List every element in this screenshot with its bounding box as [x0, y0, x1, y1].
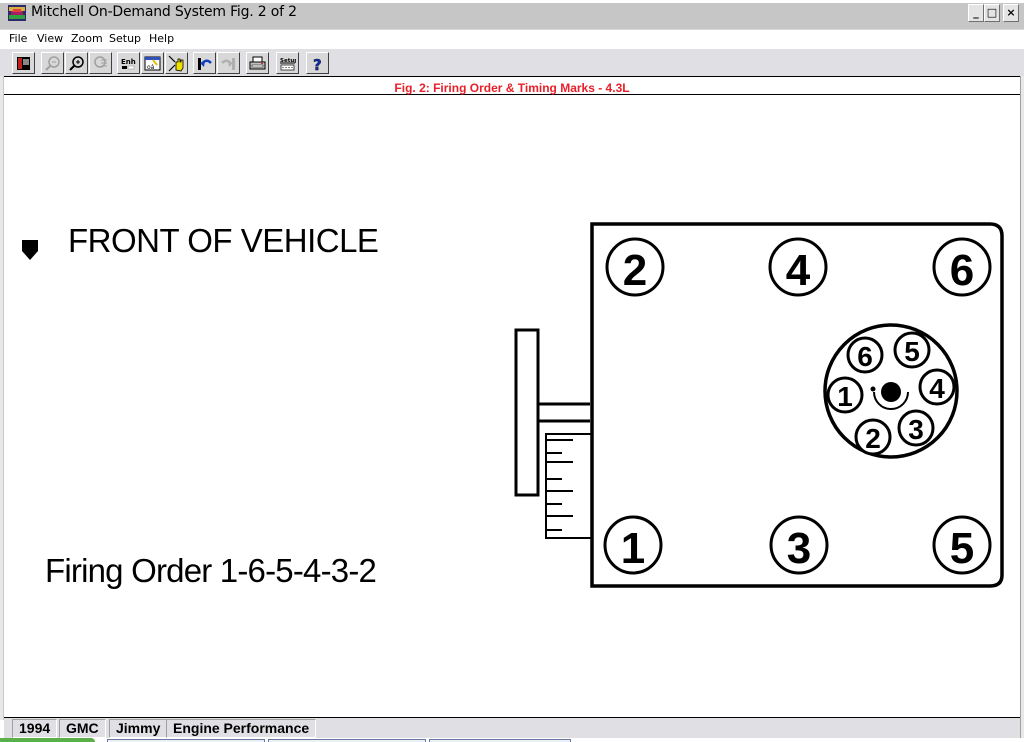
cylinder-number: 3 — [787, 524, 811, 573]
contents-button[interactable] — [12, 52, 35, 74]
print-button[interactable] — [246, 52, 269, 74]
close-button[interactable]: × — [1003, 4, 1019, 22]
terminal-number: 1 — [837, 381, 853, 412]
menu-bar: File View Zoom Setup Help — [0, 30, 1024, 49]
front-arrow-icon — [22, 240, 38, 260]
help-icon: ? — [313, 55, 322, 72]
view-figure-icon: oá — [144, 56, 161, 71]
terminal-number: 5 — [904, 336, 920, 367]
contents-icon — [17, 56, 30, 70]
front-of-vehicle-label: FRONT OF VEHICLE — [68, 222, 379, 259]
status-model: Jimmy — [109, 719, 168, 738]
cylinder-number: 4 — [786, 246, 811, 295]
setup-icon: Setup — [280, 58, 296, 70]
toolbar: Enh oá Setup ? — [0, 49, 1024, 76]
status-year: 1994 — [12, 719, 58, 738]
back-icon — [198, 57, 212, 70]
zoom-fit-icon — [94, 55, 107, 68]
distributor-shaft — [881, 382, 901, 402]
setup-button[interactable]: Setup — [276, 52, 299, 74]
cylinder-number: 1 — [621, 524, 645, 573]
start-button[interactable] — [0, 738, 95, 742]
figure-caption-bar: Fig. 2: Firing Order & Timing Marks - 4.… — [4, 76, 1020, 95]
cylinder-number: 2 — [623, 246, 647, 295]
status-make: GMC — [59, 719, 106, 738]
figure-caption: Fig. 2: Firing Order & Timing Marks - 4.… — [394, 81, 630, 95]
zoom-in-icon — [69, 55, 84, 71]
harmonic-balancer — [514, 328, 540, 497]
pan-button[interactable] — [165, 52, 188, 74]
firing-order-label: Firing Order 1-6-5-4-3-2 — [45, 552, 377, 589]
view-figure-button[interactable]: oá — [141, 52, 164, 74]
svg-text:Enh: Enh — [121, 58, 136, 66]
terminal-number: 6 — [857, 341, 873, 372]
forward-button[interactable] — [217, 52, 240, 74]
timing-scale — [545, 433, 591, 539]
help-button[interactable]: ? — [306, 52, 329, 74]
engine-diagram: 2 4 6 1 3 5 6 5 1 4 2 3 — [514, 222, 1004, 588]
svg-text:oá: oá — [147, 64, 155, 71]
menu-setup[interactable]: Setup — [109, 32, 141, 45]
maximize-icon: □ — [986, 6, 998, 19]
zoom-fit-button[interactable] — [89, 52, 112, 74]
minimize-icon: _ — [973, 6, 979, 19]
terminal-number: 3 — [908, 414, 924, 445]
menu-zoom[interactable]: Zoom — [71, 32, 103, 45]
zoom-in-button[interactable] — [65, 52, 88, 74]
menu-view[interactable]: View — [37, 32, 63, 45]
cylinder-number: 6 — [950, 246, 974, 295]
pan-hand-icon — [168, 55, 184, 71]
title-bar: Mitchell On-Demand System Fig. 2 of 2 _ … — [0, 0, 1024, 30]
menu-help[interactable]: Help — [149, 32, 174, 45]
close-icon: × — [1006, 6, 1016, 19]
menu-file[interactable]: File — [9, 32, 27, 45]
window-title: Mitchell On-Demand System Fig. 2 of 2 — [31, 4, 297, 20]
terminal-number: 2 — [865, 423, 881, 454]
status-section: Engine Performance — [166, 719, 317, 738]
svg-text:?: ? — [313, 56, 322, 72]
maximize-button[interactable]: □ — [984, 4, 1000, 22]
cylinder-number: 5 — [950, 524, 974, 573]
minimize-button[interactable]: _ — [968, 4, 984, 22]
forward-icon — [221, 57, 235, 70]
status-bar: 1994 GMC Jimmy Engine Performance — [4, 717, 1020, 738]
app-logo-icon — [8, 5, 26, 21]
terminal-number: 4 — [929, 373, 945, 404]
window-right-border — [1020, 30, 1024, 742]
enhance-icon: Enh — [121, 58, 136, 69]
back-button[interactable] — [193, 52, 216, 74]
zoom-out-icon — [45, 55, 60, 71]
zoom-out-button[interactable] — [41, 52, 64, 74]
enhance-button[interactable]: Enh — [117, 52, 140, 74]
timing-marks — [546, 439, 573, 531]
print-icon — [249, 56, 266, 69]
